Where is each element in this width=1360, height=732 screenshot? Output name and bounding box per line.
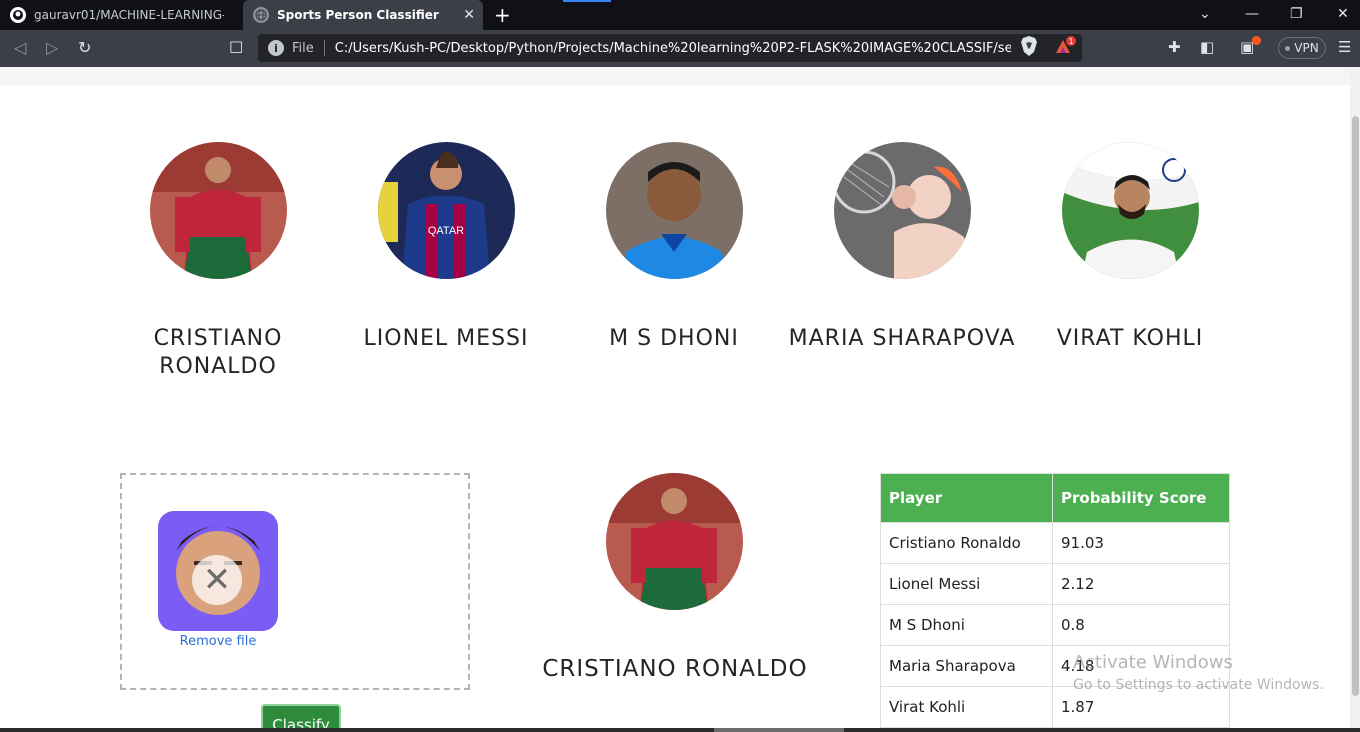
window-close-icon[interactable]: ✕ bbox=[1337, 6, 1349, 22]
player-avatar bbox=[149, 142, 287, 279]
score-cell: 2.12 bbox=[1052, 563, 1230, 605]
upload-dropzone[interactable]: ✕ Remove file bbox=[120, 473, 470, 690]
tab-title: Sports Person Classifier bbox=[277, 8, 439, 22]
svg-text:QATAR: QATAR bbox=[427, 225, 463, 237]
bottom-edge bbox=[0, 728, 1360, 732]
player-avatar bbox=[605, 142, 743, 279]
table-row: Cristiano Ronaldo 91.03 bbox=[880, 522, 1230, 564]
restore-icon[interactable]: ❐ bbox=[1290, 6, 1303, 22]
close-icon[interactable]: ✕ bbox=[463, 7, 475, 23]
scheme-label: File bbox=[292, 40, 314, 56]
result-player-name: Cristiano Ronaldo bbox=[542, 656, 808, 682]
player-cell: Lionel Messi bbox=[880, 563, 1053, 605]
tab-title: gauravr01/MACHINE-LEARNING-imag bbox=[34, 8, 224, 22]
rewards-badge: 1 bbox=[1068, 37, 1073, 46]
bottom-highlight bbox=[714, 728, 844, 732]
result-avatar bbox=[606, 473, 743, 610]
browser-tab-strip: gauravr01/MACHINE-LEARNING-imag Sports P… bbox=[0, 0, 1360, 30]
reload-icon[interactable]: ↻ bbox=[78, 38, 91, 57]
extensions-icon[interactable]: ✚ bbox=[1168, 38, 1181, 56]
vpn-button[interactable]: VPN bbox=[1278, 37, 1326, 59]
vpn-label: VPN bbox=[1294, 41, 1319, 55]
player-cell: Cristiano Ronaldo bbox=[880, 522, 1053, 564]
brave-rewards-icon[interactable]: 1 bbox=[1054, 35, 1078, 61]
score-cell: 91.03 bbox=[1052, 522, 1230, 564]
player-avatar bbox=[1061, 142, 1199, 279]
score-cell: 0.8 bbox=[1052, 604, 1230, 646]
column-header-player: Player bbox=[880, 473, 1053, 523]
tab-github[interactable]: gauravr01/MACHINE-LEARNING-imag bbox=[0, 0, 243, 30]
menu-icon[interactable]: ☰ bbox=[1338, 38, 1351, 56]
info-icon[interactable]: i bbox=[268, 40, 284, 56]
player-name: Maria Sharapova bbox=[788, 326, 1016, 351]
player-name: Virat Kohli bbox=[1056, 326, 1204, 351]
close-icon[interactable]: ✕ bbox=[192, 555, 242, 605]
player-card: Virat Kohli bbox=[1016, 142, 1244, 353]
vpn-status-dot bbox=[1285, 45, 1291, 51]
player-card: Cristiano Ronaldo bbox=[104, 142, 332, 381]
player-avatar bbox=[833, 142, 971, 279]
player-card: M S Dhoni bbox=[560, 142, 788, 353]
minimize-icon[interactable]: — bbox=[1245, 6, 1259, 22]
player-card: Maria Sharapova bbox=[788, 142, 1016, 353]
back-icon[interactable]: ◁ bbox=[14, 38, 26, 57]
url-text[interactable]: C:/Users/Kush-PC/Desktop/Python/Projects… bbox=[335, 41, 1011, 56]
scrollbar-thumb[interactable] bbox=[1352, 116, 1359, 696]
player-name: Cristiano Ronaldo bbox=[153, 326, 283, 379]
player-cell: Virat Kohli bbox=[880, 686, 1053, 728]
activate-windows-title: Activate Windows bbox=[1073, 652, 1233, 673]
forward-icon[interactable]: ▷ bbox=[46, 38, 58, 57]
player-name: M S Dhoni bbox=[609, 326, 739, 351]
table-row: Lionel Messi 2.12 bbox=[880, 563, 1230, 605]
notification-dot bbox=[1252, 36, 1261, 45]
table-header-row: Player Probability Score bbox=[880, 473, 1230, 523]
globe-icon bbox=[253, 7, 269, 23]
browser-toolbar: ◁ ▷ ↻ ☐ i File C:/Users/Kush-PC/Desktop/… bbox=[0, 30, 1360, 67]
column-header-probability: Probability Score bbox=[1052, 473, 1230, 523]
divider bbox=[323, 40, 325, 56]
player-cell: Maria Sharapova bbox=[880, 645, 1053, 687]
player-card: QATAR Lionel Messi bbox=[332, 142, 560, 353]
sidebar-icon[interactable]: ◧ bbox=[1200, 38, 1214, 56]
player-avatar: QATAR bbox=[377, 142, 515, 279]
page-viewport: Cristiano Ronaldo QATAR Lionel Messi bbox=[0, 67, 1350, 732]
tab-sports-person-classifier[interactable]: Sports Person Classifier ✕ bbox=[243, 0, 483, 30]
brave-shield-icon[interactable] bbox=[1020, 36, 1038, 60]
top-strip bbox=[0, 67, 1350, 85]
address-bar[interactable]: i File C:/Users/Kush-PC/Desktop/Python/P… bbox=[258, 34, 1082, 62]
tab-indicator bbox=[563, 0, 611, 2]
github-icon bbox=[10, 7, 26, 23]
table-row: M S Dhoni 0.8 bbox=[880, 604, 1230, 646]
tab-search-chevron-icon[interactable]: ⌄ bbox=[1199, 6, 1211, 22]
activate-windows-subtitle: Go to Settings to activate Windows. bbox=[1073, 677, 1324, 693]
remove-file-link[interactable]: Remove file bbox=[158, 634, 278, 649]
player-name: Lionel Messi bbox=[363, 326, 529, 351]
player-cell: M S Dhoni bbox=[880, 604, 1053, 646]
new-tab-icon[interactable]: + bbox=[494, 3, 511, 27]
bookmark-icon[interactable]: ☐ bbox=[229, 38, 243, 57]
